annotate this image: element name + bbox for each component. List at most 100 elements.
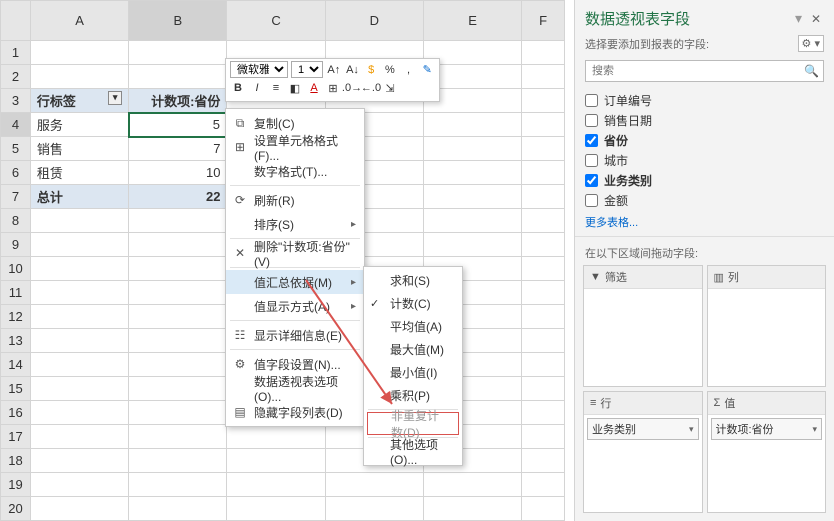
row-header[interactable]: 6 [1, 161, 31, 185]
row-header[interactable]: 15 [1, 377, 31, 401]
row-header[interactable]: 10 [1, 257, 31, 281]
font-color-button[interactable]: A [306, 80, 322, 96]
row-header[interactable]: 11 [1, 281, 31, 305]
more-tables-link[interactable]: 更多表格... [585, 210, 824, 234]
submenu-sum[interactable]: 求和(S) [364, 269, 462, 292]
submenu-min[interactable]: 最小值(I) [364, 361, 462, 384]
col-header-e[interactable]: E [423, 1, 521, 41]
field-checkbox[interactable] [585, 154, 598, 167]
pivot-cell[interactable]: 销售 [30, 137, 128, 161]
submenu-average[interactable]: 平均值(A) [364, 315, 462, 338]
font-size-select[interactable]: 11 [291, 61, 323, 78]
align-button[interactable]: ≡ [268, 80, 284, 96]
row-header[interactable]: 5 [1, 137, 31, 161]
row-header[interactable]: 8 [1, 209, 31, 233]
pivot-filter-dropdown[interactable]: ▾ [108, 91, 122, 105]
menu-pivot-options[interactable]: 数据透视表选项(O)... [226, 376, 364, 400]
borders-button[interactable]: ⊞ [325, 80, 341, 96]
submenu-count[interactable]: ✓计数(C) [364, 292, 462, 315]
row-header[interactable]: 12 [1, 305, 31, 329]
submenu-arrow-icon: ▸ [351, 219, 356, 230]
active-cell[interactable]: 5 [129, 113, 227, 137]
submenu-other-options[interactable]: 其他选项(O)... [364, 440, 462, 463]
field-item[interactable]: 业务类别 [585, 170, 824, 190]
row-header[interactable]: 14 [1, 353, 31, 377]
decrease-font-icon[interactable]: A↓ [345, 62, 361, 78]
menu-remove-field[interactable]: ✕删除"计数项:省份"(V) [226, 241, 364, 265]
row-header[interactable]: 9 [1, 233, 31, 257]
select-all-corner[interactable] [1, 1, 31, 41]
values-area[interactable]: Σ值 计数项:省份▾ [707, 391, 827, 513]
row-header[interactable]: 20 [1, 497, 31, 521]
increase-font-icon[interactable]: A↑ [326, 62, 342, 78]
row-header[interactable]: 13 [1, 329, 31, 353]
bold-button[interactable]: B [230, 80, 246, 96]
menu-show-values-as[interactable]: 值显示方式(A)▸ [226, 294, 364, 318]
col-header-d[interactable]: D [325, 1, 423, 41]
field-search-input[interactable] [585, 60, 824, 82]
columns-area[interactable]: ▥列 [707, 265, 827, 387]
format-painter-icon[interactable]: ✎ [419, 62, 435, 78]
pane-dropdown-icon[interactable]: ▾ [795, 10, 802, 27]
fill-color-button[interactable]: ◧ [287, 80, 303, 96]
col-header-b[interactable]: B [129, 1, 227, 41]
submenu-distinct-count[interactable]: 非重复计数(D) [367, 412, 459, 435]
row-header[interactable]: 1 [1, 40, 31, 64]
submenu-max[interactable]: 最大值(M) [364, 338, 462, 361]
decrease-decimal-icon[interactable]: ←.0 [363, 80, 379, 96]
pivot-cell[interactable]: 租赁 [30, 161, 128, 185]
row-header[interactable]: 3 [1, 88, 31, 113]
row-header[interactable]: 16 [1, 401, 31, 425]
increase-decimal-icon[interactable]: .0→ [344, 80, 360, 96]
menu-format-cells[interactable]: ⊞设置单元格格式(F)... [226, 135, 364, 159]
row-header[interactable]: 4 [1, 113, 31, 137]
col-header-f[interactable]: F [522, 1, 565, 41]
pivot-cell[interactable]: 7 [129, 137, 227, 161]
comma-format-icon[interactable]: , [401, 62, 417, 78]
field-item[interactable]: 销售日期 [585, 110, 824, 130]
menu-show-detail[interactable]: ☷显示详细信息(E) [226, 323, 364, 347]
field-checkbox[interactable] [585, 134, 598, 147]
columns-icon: ▥ [714, 271, 724, 284]
pane-layout-button[interactable]: ⚙ ▾ [798, 35, 824, 52]
pivot-cell[interactable]: 10 [129, 161, 227, 185]
pivot-value-header[interactable]: 计数项:省份 [129, 88, 227, 113]
pivot-row-header[interactable]: 行标签 ▾ [30, 88, 128, 113]
field-item[interactable]: 省份 [585, 130, 824, 150]
italic-button[interactable]: I [249, 80, 265, 96]
menu-sort[interactable]: 排序(S)▸ [226, 212, 364, 236]
merge-button[interactable]: ⇲ [382, 80, 398, 96]
row-header[interactable]: 19 [1, 473, 31, 497]
pane-close-button[interactable]: ✕ [808, 12, 824, 26]
col-header-c[interactable]: C [227, 1, 325, 41]
row-header[interactable]: 17 [1, 425, 31, 449]
field-checkbox[interactable] [585, 94, 598, 107]
field-checkbox[interactable] [585, 174, 598, 187]
field-item[interactable]: 城市 [585, 150, 824, 170]
percent-format-icon[interactable]: % [382, 62, 398, 78]
font-name-select[interactable]: 微软雅黑 [230, 61, 288, 78]
rows-area[interactable]: ≡行 业务类别▾ [583, 391, 703, 513]
row-header[interactable]: 18 [1, 449, 31, 473]
menu-number-format[interactable]: 数字格式(T)... [226, 159, 364, 183]
row-field-pill[interactable]: 业务类别▾ [587, 418, 699, 440]
row-header[interactable]: 7 [1, 185, 31, 209]
menu-hide-field-list[interactable]: ▤隐藏字段列表(D) [226, 400, 364, 424]
value-field-pill[interactable]: 计数项:省份▾ [711, 418, 823, 440]
pivot-total-value[interactable]: 22 [129, 185, 227, 209]
field-checkbox[interactable] [585, 114, 598, 127]
accounting-format-icon[interactable]: $ [363, 62, 379, 78]
field-checkbox[interactable] [585, 194, 598, 207]
menu-refresh[interactable]: ⟳刷新(R) [226, 188, 364, 212]
submenu-product[interactable]: 乘积(P) [364, 384, 462, 407]
menu-summarize-by[interactable]: 值汇总依据(M)▸ [226, 270, 364, 294]
field-list[interactable]: 订单编号 销售日期 省份 城市 业务类别 金额 更多表格... [575, 88, 834, 237]
pivot-total-label[interactable]: 总计 [30, 185, 128, 209]
field-item[interactable]: 订单编号 [585, 90, 824, 110]
submenu-arrow-icon: ▸ [351, 301, 356, 312]
row-header[interactable]: 2 [1, 64, 31, 88]
field-item[interactable]: 金额 [585, 190, 824, 210]
col-header-a[interactable]: A [30, 1, 128, 41]
pivot-cell[interactable]: 服务 [30, 113, 128, 137]
filter-area[interactable]: ▼筛选 [583, 265, 703, 387]
